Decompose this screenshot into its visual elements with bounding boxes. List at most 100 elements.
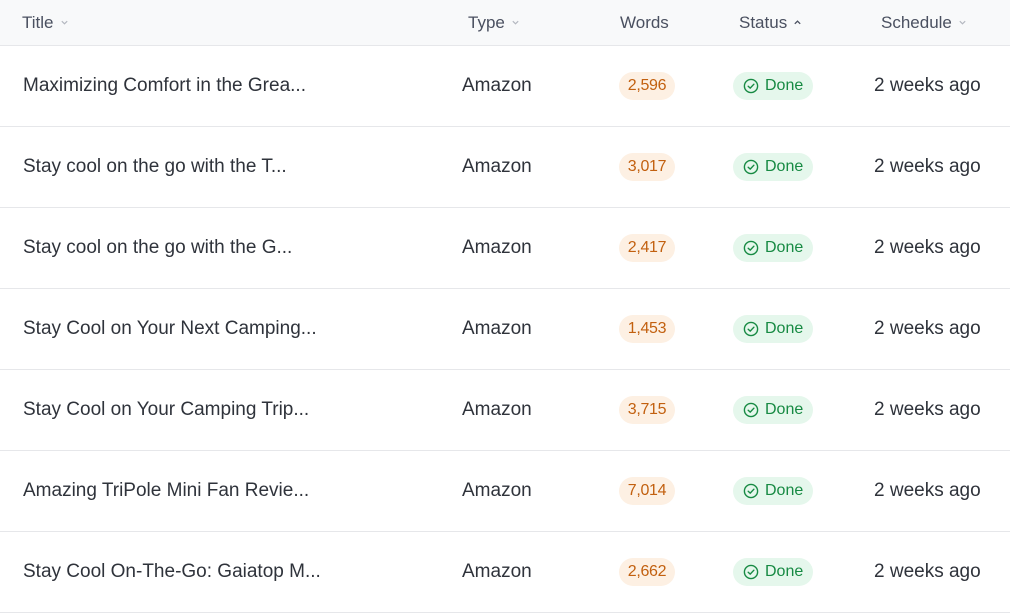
- status-badge: Done: [733, 558, 814, 586]
- status-text: Done: [765, 401, 804, 418]
- column-header-words-label: Words: [620, 12, 669, 32]
- row-schedule: 2 weeks ago: [874, 127, 981, 207]
- row-title[interactable]: Amazing TriPole Mini Fan Revie...: [23, 451, 353, 531]
- table-body: Maximizing Comfort in the Grea... Amazon…: [0, 46, 1010, 613]
- column-header-title[interactable]: Title: [22, 0, 69, 45]
- row-status: Done: [733, 451, 814, 531]
- table-row[interactable]: Stay Cool On-The-Go: Gaiatop M... Amazon…: [0, 532, 1010, 613]
- column-header-schedule-label: Schedule: [881, 12, 952, 32]
- row-status: Done: [733, 370, 814, 450]
- row-schedule: 2 weeks ago: [874, 451, 981, 531]
- row-schedule-text: 2 weeks ago: [874, 480, 981, 501]
- status-text: Done: [765, 239, 804, 256]
- status-badge: Done: [733, 315, 814, 343]
- column-header-words[interactable]: Words: [620, 0, 669, 45]
- row-status: Done: [733, 127, 814, 207]
- row-title[interactable]: Stay cool on the go with the T...: [23, 127, 353, 207]
- status-badge: Done: [733, 396, 814, 424]
- row-title-text: Amazing TriPole Mini Fan Revie...: [23, 480, 310, 501]
- check-circle-icon: [743, 240, 759, 256]
- row-schedule-text: 2 weeks ago: [874, 561, 981, 582]
- status-badge: Done: [733, 153, 814, 181]
- words-count-badge: 7,014: [618, 477, 676, 505]
- row-title-text: Stay Cool on Your Camping Trip...: [23, 399, 310, 420]
- row-status: Done: [733, 46, 814, 126]
- status-badge: Done: [733, 72, 814, 100]
- row-type-text: Amazon: [462, 561, 532, 582]
- row-type-text: Amazon: [462, 237, 532, 258]
- column-header-status[interactable]: Status: [739, 0, 802, 45]
- row-type-text: Amazon: [462, 399, 532, 420]
- row-type-text: Amazon: [462, 75, 532, 96]
- check-circle-icon: [743, 564, 759, 580]
- check-circle-icon: [743, 483, 759, 499]
- chevron-up-icon: [793, 18, 802, 27]
- chevron-down-icon: [958, 18, 967, 27]
- column-header-type-label: Type: [468, 12, 505, 32]
- status-badge: Done: [733, 477, 814, 505]
- table-row[interactable]: Stay Cool on Your Next Camping... Amazon…: [0, 289, 1010, 370]
- words-count-badge: 2,662: [618, 558, 676, 586]
- row-title[interactable]: Stay cool on the go with the G...: [23, 208, 353, 288]
- row-title[interactable]: Stay Cool On-The-Go: Gaiatop M...: [23, 532, 353, 612]
- words-count-badge: 1,453: [618, 315, 676, 343]
- row-words: 2,596: [615, 46, 679, 126]
- row-status: Done: [733, 208, 814, 288]
- table-row[interactable]: Amazing TriPole Mini Fan Revie... Amazon…: [0, 451, 1010, 532]
- row-type: Amazon: [462, 208, 532, 288]
- row-schedule: 2 weeks ago: [874, 532, 981, 612]
- table-row[interactable]: Stay cool on the go with the G... Amazon…: [0, 208, 1010, 289]
- column-header-type[interactable]: Type: [468, 0, 520, 45]
- row-type-text: Amazon: [462, 480, 532, 501]
- table-header: Title Type Words Status Schedule: [0, 0, 1010, 46]
- table-row[interactable]: Stay Cool on Your Camping Trip... Amazon…: [0, 370, 1010, 451]
- row-type: Amazon: [462, 532, 532, 612]
- row-status: Done: [733, 289, 814, 369]
- row-title-text: Maximizing Comfort in the Grea...: [23, 75, 306, 96]
- row-type: Amazon: [462, 451, 532, 531]
- row-words: 3,017: [615, 127, 679, 207]
- check-circle-icon: [743, 402, 759, 418]
- column-header-schedule[interactable]: Schedule: [881, 0, 967, 45]
- status-text: Done: [765, 77, 804, 94]
- row-schedule-text: 2 weeks ago: [874, 318, 981, 339]
- words-count-badge: 2,596: [618, 72, 676, 100]
- words-count-badge: 3,017: [618, 153, 676, 181]
- status-badge: Done: [733, 234, 814, 262]
- column-header-status-label: Status: [739, 12, 788, 32]
- row-type-text: Amazon: [462, 318, 532, 339]
- row-words: 2,417: [615, 208, 679, 288]
- row-schedule: 2 weeks ago: [874, 289, 981, 369]
- row-words: 7,014: [615, 451, 679, 531]
- row-schedule: 2 weeks ago: [874, 46, 981, 126]
- status-text: Done: [765, 563, 804, 580]
- row-title[interactable]: Stay Cool on Your Next Camping...: [23, 289, 353, 369]
- check-circle-icon: [743, 159, 759, 175]
- status-text: Done: [765, 320, 804, 337]
- row-title-text: Stay Cool On-The-Go: Gaiatop M...: [23, 561, 321, 582]
- row-words: 1,453: [615, 289, 679, 369]
- row-words: 2,662: [615, 532, 679, 612]
- row-title-text: Stay cool on the go with the G...: [23, 237, 293, 258]
- check-circle-icon: [743, 78, 759, 94]
- row-title-text: Stay Cool on Your Next Camping...: [23, 318, 317, 339]
- chevron-down-icon: [511, 18, 520, 27]
- row-type: Amazon: [462, 127, 532, 207]
- row-title[interactable]: Stay Cool on Your Camping Trip...: [23, 370, 353, 450]
- row-schedule: 2 weeks ago: [874, 370, 981, 450]
- table-row[interactable]: Maximizing Comfort in the Grea... Amazon…: [0, 46, 1010, 127]
- row-schedule-text: 2 weeks ago: [874, 75, 981, 96]
- row-title[interactable]: Maximizing Comfort in the Grea...: [23, 46, 353, 126]
- words-count-badge: 3,715: [618, 396, 676, 424]
- row-schedule-text: 2 weeks ago: [874, 399, 981, 420]
- row-type: Amazon: [462, 289, 532, 369]
- row-schedule-text: 2 weeks ago: [874, 156, 981, 177]
- row-type-text: Amazon: [462, 156, 532, 177]
- row-type: Amazon: [462, 46, 532, 126]
- row-title-text: Stay cool on the go with the T...: [23, 156, 287, 177]
- table-row[interactable]: Stay cool on the go with the T... Amazon…: [0, 127, 1010, 208]
- check-circle-icon: [743, 321, 759, 337]
- row-type: Amazon: [462, 370, 532, 450]
- row-schedule: 2 weeks ago: [874, 208, 981, 288]
- column-header-title-label: Title: [22, 12, 54, 32]
